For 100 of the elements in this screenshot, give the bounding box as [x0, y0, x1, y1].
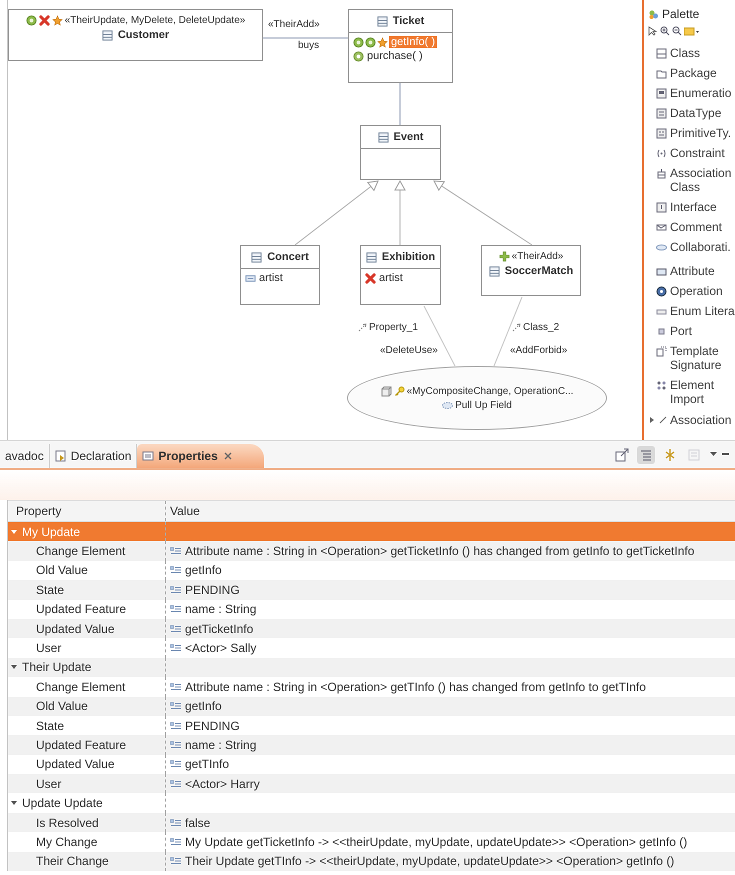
- class-box[interactable]: Concert artist: [240, 245, 320, 305]
- column-header[interactable]: Property: [8, 501, 166, 521]
- external-window-icon: [615, 448, 629, 462]
- palette-drawer[interactable]: Association: [648, 409, 735, 427]
- palette-tool[interactable]: Class: [648, 43, 735, 63]
- star-icon: [377, 36, 388, 48]
- cross-icon: [365, 272, 376, 284]
- close-icon[interactable]: [222, 450, 234, 462]
- class-icon: [378, 132, 389, 142]
- property-value: <Actor> Sally: [185, 641, 256, 656]
- palette-tool[interactable]: Operation: [648, 281, 735, 301]
- category-label: Update Update: [22, 796, 103, 810]
- collaboration-stereotype: «MyCompositeChange, OperationC...: [406, 386, 574, 396]
- property-value: name : String: [185, 602, 256, 616]
- dashed-arrow-icon: [358, 323, 367, 332]
- property-value: getInfo: [185, 699, 222, 714]
- property-name: Updated Value: [8, 618, 166, 638]
- zoom-in-icon[interactable]: [660, 26, 670, 36]
- palette-tool[interactable]: Element Import: [648, 375, 735, 409]
- palette-tool[interactable]: Package: [648, 63, 735, 83]
- property-name: Old Value: [8, 696, 166, 716]
- list-icon: [639, 448, 653, 462]
- palette-tool-icon: [656, 380, 667, 391]
- palette-tool[interactable]: Port: [648, 321, 735, 341]
- pointer-icon[interactable]: [648, 26, 658, 36]
- generalization-arrow[interactable]: [394, 180, 406, 246]
- generalization-arrow[interactable]: [294, 180, 379, 246]
- property-value-icon: [170, 546, 182, 556]
- cross-icon: [38, 15, 50, 26]
- palette-tool[interactable]: Attribute: [648, 261, 735, 281]
- dependency-name: Class_2: [523, 322, 560, 333]
- toolbar-button[interactable]: [637, 446, 655, 464]
- list-icon: [687, 448, 701, 462]
- class-box[interactable]: «TheirUpdate, MyDelete, DeleteUpdate» Customer: [8, 9, 263, 61]
- property-value: getInfo: [185, 563, 222, 578]
- property-value: name : String: [185, 738, 256, 752]
- generalization-arrow[interactable]: [433, 180, 532, 246]
- association-stereotype: «TheirAdd»: [268, 19, 320, 30]
- palette-tool[interactable]: Template Signature: [648, 341, 735, 375]
- class-box[interactable]: Ticket getInfo( ) purchase( ): [348, 9, 453, 83]
- collaboration-ellipse[interactable]: «MyCompositeChange, OperationC... Pull Up Field: [347, 366, 607, 430]
- key-icon: [394, 386, 405, 396]
- view-tab[interactable]: avadoc: [0, 444, 50, 468]
- class-member[interactable]: artist: [257, 272, 285, 284]
- palette-tool-icon: [656, 346, 667, 357]
- class-name: Ticket: [392, 15, 424, 27]
- property-value-icon: [170, 759, 182, 770]
- palette-tool[interactable]: Association Class: [648, 163, 735, 197]
- zoom-out-icon[interactable]: [672, 26, 682, 36]
- star-icon: [52, 15, 63, 26]
- palette-tool[interactable]: PrimitiveTy.: [648, 123, 735, 143]
- view-tab[interactable]: Properties: [137, 444, 264, 468]
- class-box[interactable]: Event: [360, 125, 441, 180]
- twisty-icon[interactable]: [10, 799, 18, 808]
- palette-tool[interactable]: Interface: [648, 197, 735, 217]
- property-value: <Actor> Harry: [185, 776, 260, 791]
- class-member[interactable]: purchase( ): [365, 50, 425, 62]
- palette-tool[interactable]: DataType: [648, 103, 735, 123]
- property-value: Attribute name : String in <Operation> getTicketInfo () has changed from getInfo to getTicketInfo: [185, 544, 694, 558]
- palette-tool[interactable]: Enum Litera: [648, 301, 735, 321]
- property-value-icon: [170, 643, 182, 654]
- stereotype-label: «TheirUpdate, MyDelete, DeleteUpdate»: [64, 15, 246, 26]
- palette-tool[interactable]: Enumeratio: [648, 83, 735, 103]
- palette-tool-icon: [656, 68, 667, 79]
- palette-tool-icon: [656, 222, 667, 233]
- palette-tool[interactable]: Comment: [648, 217, 735, 237]
- dependency-stereotype: «DeleteUse»: [380, 345, 438, 356]
- category-label: Their Update: [22, 660, 92, 674]
- collaboration-name: Pull Up Field: [455, 400, 512, 410]
- collaboration-icon: [442, 402, 454, 408]
- property-value-icon: [170, 778, 182, 789]
- property-value-icon: [170, 682, 182, 692]
- class-member[interactable]: artist: [377, 272, 405, 284]
- class-name: Customer: [118, 29, 170, 41]
- palette-tool-icon: [656, 326, 667, 337]
- property-name: User: [8, 774, 166, 794]
- property-value: My Update getTicketInfo -> <<theirUpdate, myUpdate, updateUpdate>> <Operation> getInfo (): [185, 834, 688, 849]
- property-value-icon: [170, 624, 182, 634]
- class-icon: [488, 266, 500, 276]
- category-row[interactable]: Their Update: [8, 658, 735, 678]
- palette-tool-icon: [656, 168, 667, 179]
- property-value: PENDING: [185, 582, 240, 597]
- palette-tool-icon: [656, 128, 667, 139]
- column-header[interactable]: Value: [166, 501, 735, 521]
- declaration-icon: [54, 450, 67, 462]
- palette-tool[interactable]: Constraint: [648, 143, 735, 163]
- property-name: Change Element: [8, 541, 166, 561]
- class-icon: [251, 252, 262, 262]
- palette-tool-icon: [656, 202, 667, 213]
- disclosure-triangle-icon[interactable]: [648, 416, 656, 424]
- twisty-icon[interactable]: [10, 663, 18, 672]
- toolbar-button[interactable]: [613, 446, 631, 464]
- class-icon: [102, 30, 113, 40]
- class-box[interactable]: Exhibition artist: [360, 245, 441, 305]
- dashed-arrow-icon: [512, 323, 521, 332]
- palette-tool-icon: [656, 286, 667, 297]
- class-box[interactable]: «TheirAdd» SoccerMatch: [481, 245, 581, 296]
- palette-tool[interactable]: Collaborati.: [648, 237, 735, 257]
- palette-tool-icon: [656, 242, 667, 253]
- property-value: Their Update getTInfo -> <<theirUpdate, myUpdate, updateUpdate>> <Operation> getInfo (): [185, 854, 674, 868]
